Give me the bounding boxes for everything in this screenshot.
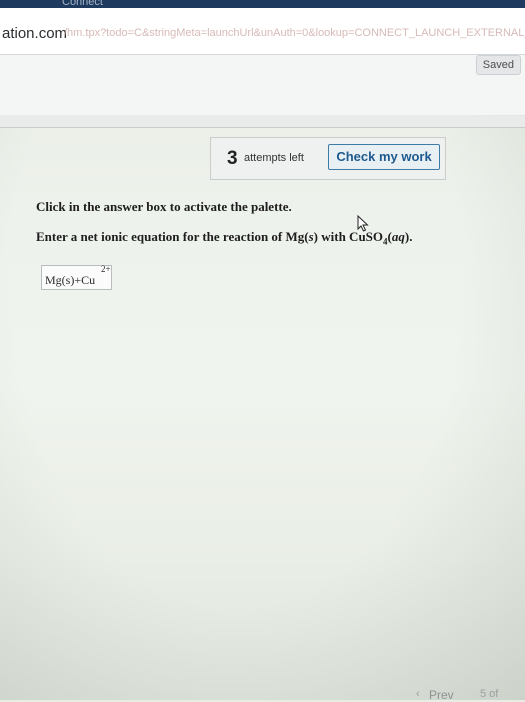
url-domain[interactable]: ation.com: [2, 25, 67, 42]
chevron-left-icon[interactable]: ‹: [416, 688, 420, 700]
answer-value[interactable]: Mg(s)+Cu: [45, 273, 95, 288]
prompt-end: ).: [404, 229, 413, 244]
check-my-work-button[interactable]: Check my work: [328, 144, 440, 170]
prompt-prefix: Enter a net ionic equation for the react…: [36, 229, 309, 244]
instruction-text: Click in the answer box to activate the …: [36, 199, 292, 214]
saved-status-badge: Saved: [475, 55, 521, 75]
page-header: Saved: [0, 55, 525, 115]
question-prompt: Enter a net ionic equation for the react…: [36, 229, 412, 247]
url-path[interactable]: /hm.tpx?todo=C&stringMeta=launchUrl&unAu…: [64, 27, 525, 39]
attempts-panel: 3 attempts left Check my work: [210, 137, 446, 180]
browser-tab-strip: Connect: [0, 0, 525, 8]
tab-label[interactable]: Connect: [62, 0, 103, 8]
address-bar[interactable]: ation.com /hm.tpx?todo=C&stringMeta=laun…: [0, 8, 525, 55]
answer-charge: 2+: [101, 264, 111, 274]
attempts-label: attempts left: [244, 152, 304, 164]
page-indicator: 5 of: [480, 688, 499, 700]
mouse-cursor-icon: [357, 215, 369, 232]
divider: [0, 127, 525, 128]
prompt-mid: ) with CuSO: [313, 229, 384, 244]
answer-input-box[interactable]: 2+ Mg(s)+Cu: [41, 264, 112, 290]
attempts-count: 3: [227, 148, 238, 169]
prompt-state-aqueous: aq: [391, 229, 405, 244]
